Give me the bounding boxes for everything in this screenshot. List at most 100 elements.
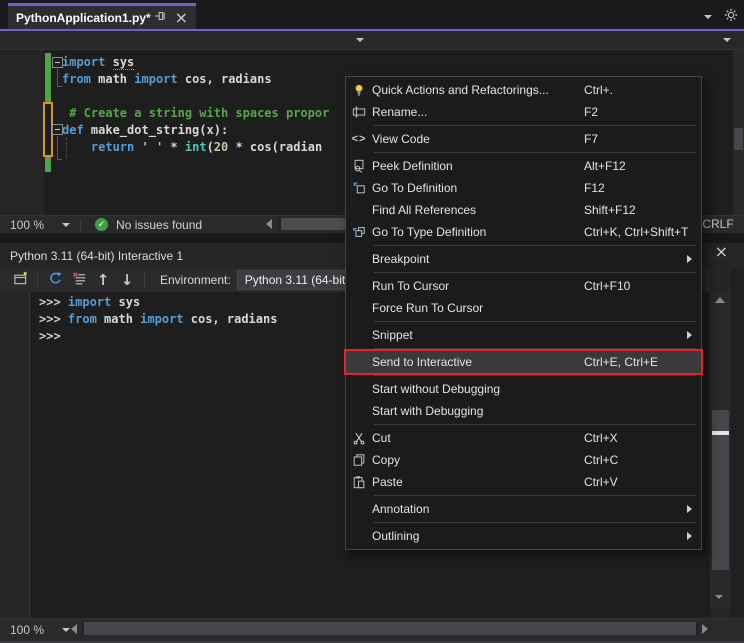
- close-icon[interactable]: ×: [175, 11, 188, 25]
- menu-item-label: Copy: [372, 453, 584, 467]
- menu-item-breakpoint[interactable]: Breakpoint: [346, 248, 701, 270]
- go-to-definition-icon: [346, 181, 372, 195]
- interactive-zoom-control[interactable]: 100 %: [0, 619, 80, 641]
- fold-guide: [57, 136, 58, 159]
- members-dropdown-caret-icon[interactable]: [723, 38, 731, 42]
- menu-item-find-all-references[interactable]: Find All ReferencesShift+F12: [346, 199, 701, 221]
- peek-definition-icon: [346, 159, 372, 173]
- code-token: import: [68, 295, 111, 309]
- menu-item-cut[interactable]: CutCtrl+X: [346, 427, 701, 449]
- menu-item-force-run-to-cursor[interactable]: Force Run To Cursor: [346, 297, 701, 319]
- code-token: [105, 55, 112, 69]
- code-token: 20: [214, 140, 228, 154]
- interactive-zoom-value: 100 %: [10, 623, 44, 637]
- code-line: from math import cos, radians: [62, 71, 329, 88]
- menu-item-quick-actions-and-refactorings[interactable]: Quick Actions and Refactorings...Ctrl+.: [346, 79, 701, 101]
- code-line: import sys: [62, 54, 329, 71]
- menu-item-label: Quick Actions and Refactorings...: [372, 83, 584, 97]
- code-token: int: [185, 140, 207, 154]
- menu-item-peek-definition[interactable]: Peek DefinitionAlt+F12: [346, 155, 701, 177]
- code-token: from: [62, 72, 91, 86]
- view-code-icon: <>: [346, 133, 372, 145]
- submenu-arrow-icon: [687, 331, 692, 339]
- menu-item-go-to-definition[interactable]: Go To DefinitionF12: [346, 177, 701, 199]
- code-token: make_dot_string(x):: [84, 123, 229, 137]
- hscroll-left-arrow-icon[interactable]: [71, 624, 77, 634]
- menu-separator: [374, 245, 696, 246]
- code-line: >>>: [39, 328, 277, 345]
- reset-button[interactable]: [43, 269, 67, 291]
- code-token: math: [97, 312, 140, 326]
- code-token: cos, radians: [178, 72, 272, 86]
- vscroll-down-arrow-icon[interactable]: [715, 595, 723, 599]
- code-token: *: [163, 140, 185, 154]
- menu-item-start-with-debugging[interactable]: Start with Debugging: [346, 400, 701, 422]
- history-next-button[interactable]: ↓: [115, 269, 139, 291]
- code-token: * cos(radian: [228, 140, 322, 154]
- code-token: math: [91, 72, 134, 86]
- zoom-caret-icon: [62, 223, 70, 227]
- cut-icon: [346, 431, 372, 445]
- editor-zoom-control[interactable]: 100 %: [0, 216, 80, 233]
- menu-item-annotation[interactable]: Annotation: [346, 498, 701, 520]
- interactive-left-margin: [0, 292, 30, 618]
- issues-status[interactable]: No issues found: [116, 218, 202, 232]
- menu-item-snippet[interactable]: Snippet: [346, 324, 701, 346]
- menu-item-shortcut: Ctrl+C: [584, 453, 618, 467]
- menu-item-label: Cut: [372, 431, 584, 445]
- menu-item-label: Force Run To Cursor: [372, 301, 584, 315]
- menu-item-label: Start without Debugging: [372, 382, 584, 396]
- clear-screen-icon: [72, 271, 87, 289]
- dropdown-caret-icon[interactable]: [704, 15, 712, 19]
- submenu-arrow-icon: [687, 532, 692, 540]
- menu-item-label: Paste: [372, 475, 584, 489]
- menu-separator: [374, 424, 696, 425]
- hscroll-left-arrow-icon[interactable]: [266, 219, 272, 229]
- code-token: sys: [113, 55, 135, 70]
- code-token: [62, 140, 91, 154]
- menu-item-run-to-cursor[interactable]: Run To CursorCtrl+F10: [346, 275, 701, 297]
- menu-item-shortcut: F12: [584, 181, 605, 195]
- menu-item-outlining[interactable]: Outlining: [346, 525, 701, 547]
- pin-icon[interactable]: [153, 9, 167, 26]
- menu-separator: [374, 272, 696, 273]
- menu-item-copy[interactable]: CopyCtrl+C: [346, 449, 701, 471]
- code-line: def make_dot_string(x):: [62, 122, 329, 139]
- tab-pythonapplication1[interactable]: PythonApplication1.py* ×: [8, 3, 196, 29]
- menu-item-send-to-interactive[interactable]: Send to InteractiveCtrl+E, Ctrl+E: [346, 351, 701, 373]
- menu-item-shortcut: Ctrl+V: [584, 475, 618, 489]
- code-token: >>>: [39, 312, 68, 326]
- menu-item-go-to-type-definition[interactable]: Go To Type DefinitionCtrl+K, Ctrl+Shift+…: [346, 221, 701, 243]
- copy-icon: [346, 453, 372, 467]
- interactive-horizontal-scrollbar-thumb[interactable]: [84, 622, 696, 635]
- hscroll-right-arrow-icon[interactable]: [702, 624, 708, 634]
- fold-guide: [57, 69, 58, 86]
- new-interactive-window-button[interactable]: [8, 269, 32, 291]
- menu-item-view-code[interactable]: <>View CodeF7: [346, 128, 701, 150]
- reset-icon: [48, 271, 63, 289]
- submenu-arrow-icon: [687, 255, 692, 263]
- clear-screen-button[interactable]: [67, 269, 91, 291]
- menu-item-shortcut: Ctrl+E, Ctrl+E: [584, 355, 658, 369]
- menu-separator: [374, 495, 696, 496]
- environment-label: Environment:: [160, 273, 231, 287]
- context-menu: Quick Actions and Refactorings...Ctrl+.R…: [345, 76, 702, 550]
- history-previous-button[interactable]: ↑: [91, 269, 115, 291]
- menu-item-label: Peek Definition: [372, 159, 584, 173]
- code-token: def: [62, 123, 84, 137]
- menu-item-rename[interactable]: Rename...F2: [346, 101, 701, 123]
- go-to-type-definition-icon: [346, 225, 372, 239]
- menu-item-shortcut: Alt+F12: [584, 159, 626, 173]
- code-token: >>>: [39, 295, 68, 309]
- toolbar-separator: [37, 272, 38, 288]
- editor-vertical-scrollbar-thumb[interactable]: [734, 128, 743, 150]
- environment-combo[interactable]: Python 3.11 (64-bit): [237, 270, 358, 290]
- vscroll-up-arrow-icon[interactable]: [715, 297, 725, 303]
- menu-separator: [374, 522, 696, 523]
- gear-icon[interactable]: [724, 8, 738, 25]
- toolbar-separator: [144, 272, 145, 288]
- menu-item-start-without-debugging[interactable]: Start without Debugging: [346, 378, 701, 400]
- types-dropdown-caret-icon[interactable]: [356, 38, 364, 42]
- close-icon[interactable]: ×: [715, 245, 728, 259]
- menu-item-paste[interactable]: PasteCtrl+V: [346, 471, 701, 493]
